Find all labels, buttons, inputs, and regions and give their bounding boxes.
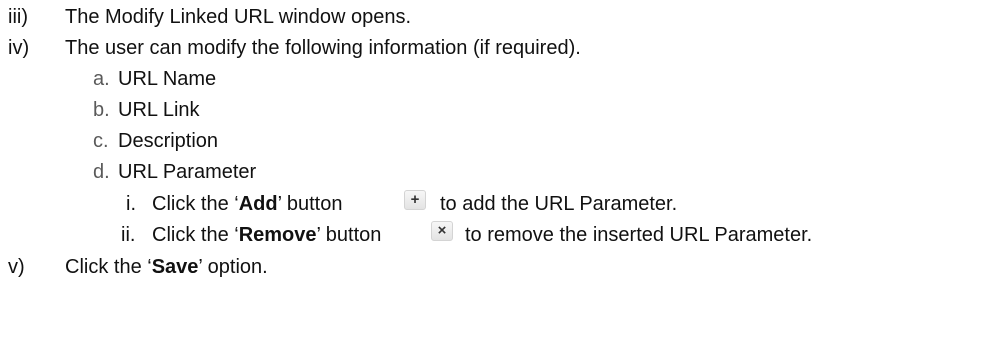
sub-item-text: Description bbox=[118, 130, 219, 152]
param-item-action: to add the URL Parameter. bbox=[440, 193, 678, 215]
sub-item-marker: d. bbox=[93, 161, 110, 183]
sub-item-text: URL Parameter bbox=[118, 161, 257, 183]
param-item-add: i. Click the ‘Add’ button + to add the U… bbox=[126, 189, 976, 219]
step-text: The user can modify the following inform… bbox=[65, 37, 581, 59]
sub-item-url-name: a. URL Name bbox=[93, 64, 693, 94]
sub-item-url-parameter: d. URL Parameter bbox=[93, 157, 693, 187]
param-item-remove: ii. Click the ‘Remove’ button × to remov… bbox=[121, 220, 981, 250]
sub-item-text: URL Link bbox=[118, 99, 200, 121]
step-iii: iii) The Modify Linked URL window opens. bbox=[8, 2, 968, 32]
step-marker: iv) bbox=[8, 37, 30, 59]
add-label: Add bbox=[238, 193, 278, 215]
step-marker: iii) bbox=[8, 6, 28, 28]
param-item-marker: i. bbox=[126, 193, 136, 215]
param-item-action: to remove the inserted URL Parameter. bbox=[465, 224, 813, 246]
step-text: The Modify Linked URL window opens. bbox=[65, 6, 412, 28]
save-label: Save bbox=[151, 256, 199, 278]
sub-item-marker: a. bbox=[93, 68, 110, 90]
sub-item-marker: b. bbox=[93, 99, 110, 121]
close-icon: × bbox=[431, 221, 453, 241]
step-text: Click the ‘Save’ option. bbox=[65, 256, 268, 278]
sub-item-url-link: b. URL Link bbox=[93, 95, 693, 125]
param-item-marker: ii. bbox=[121, 224, 136, 246]
sub-item-text: URL Name bbox=[118, 68, 217, 90]
plus-icon: + bbox=[404, 190, 426, 210]
step-iv: iv) The user can modify the following in… bbox=[8, 33, 968, 63]
step-marker: v) bbox=[8, 256, 25, 278]
remove-label: Remove bbox=[238, 224, 317, 246]
param-item-text: Click the ‘Remove’ button bbox=[152, 224, 382, 246]
sub-item-marker: c. bbox=[93, 130, 109, 152]
sub-item-description: c. Description bbox=[93, 126, 693, 156]
param-item-text: Click the ‘Add’ button bbox=[152, 193, 343, 215]
step-v: v) Click the ‘Save’ option. bbox=[8, 252, 968, 282]
